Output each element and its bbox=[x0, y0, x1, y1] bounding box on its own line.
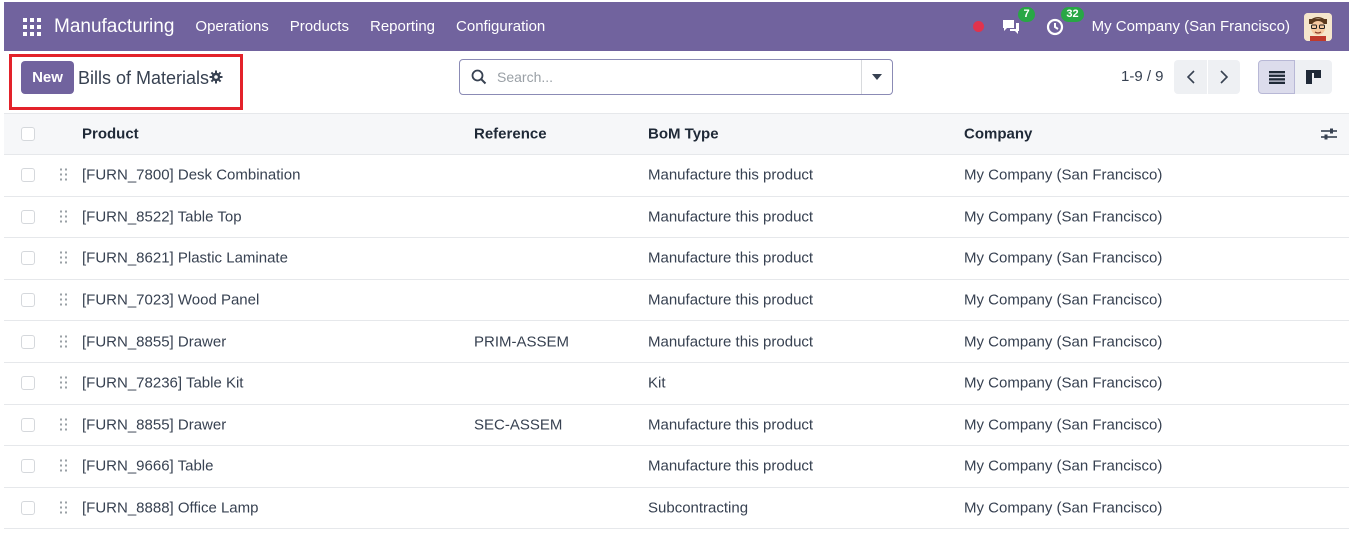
kanban-icon bbox=[1306, 70, 1321, 84]
bom-list-table: Product Reference BoM Type Company [FURN… bbox=[4, 113, 1349, 530]
table-row[interactable]: [FURN_8888] Office Lamp Subcontracting M… bbox=[4, 487, 1349, 530]
cell-company: My Company (San Francisco) bbox=[964, 499, 1163, 517]
kanban-view-button[interactable] bbox=[1295, 60, 1332, 94]
header-company[interactable]: Company bbox=[964, 126, 1032, 143]
cell-company: My Company (San Francisco) bbox=[964, 374, 1163, 392]
drag-handle-icon[interactable] bbox=[60, 459, 67, 473]
row-checkbox[interactable] bbox=[21, 293, 35, 308]
cell-bom-type: Manufacture this product bbox=[648, 249, 814, 267]
activities-badge: 32 bbox=[1061, 6, 1084, 22]
row-checkbox[interactable] bbox=[21, 459, 35, 474]
table-row[interactable]: [FURN_8855] Drawer PRIM-ASSEM Manufactur… bbox=[4, 321, 1349, 363]
cell-bom-type: Manufacture this product bbox=[648, 291, 814, 309]
pager-value[interactable]: 1-9 / 9 bbox=[1121, 68, 1164, 85]
cell-bom-type: Kit bbox=[648, 374, 666, 392]
row-checkbox[interactable] bbox=[21, 334, 35, 349]
table-header: Product Reference BoM Type Company bbox=[4, 113, 1349, 155]
user-avatar[interactable] bbox=[1304, 12, 1332, 41]
company-switcher[interactable]: My Company (San Francisco) bbox=[1092, 18, 1290, 35]
cell-bom-type: Manufacture this product bbox=[648, 166, 814, 184]
optional-columns-icon[interactable] bbox=[1321, 127, 1337, 141]
select-all-checkbox[interactable] bbox=[21, 127, 35, 141]
drag-handle-icon[interactable] bbox=[60, 501, 67, 515]
table-row[interactable]: [FURN_7023] Wood Panel Manufacture this … bbox=[4, 279, 1349, 322]
pager-next-button[interactable] bbox=[1207, 60, 1240, 94]
chevron-left-icon bbox=[1186, 70, 1195, 84]
search-icon bbox=[471, 69, 487, 85]
cell-company: My Company (San Francisco) bbox=[964, 416, 1163, 434]
cell-product: [FURN_8888] Office Lamp bbox=[82, 499, 259, 517]
row-checkbox[interactable] bbox=[21, 417, 35, 432]
drag-handle-icon[interactable] bbox=[60, 210, 67, 223]
cell-company: My Company (San Francisco) bbox=[964, 291, 1163, 309]
drag-handle-icon[interactable] bbox=[60, 418, 67, 431]
caret-down-icon bbox=[872, 74, 882, 80]
cell-product: [FURN_7023] Wood Panel bbox=[82, 291, 260, 309]
row-checkbox[interactable] bbox=[21, 168, 35, 183]
cell-product: [FURN_8621] Plastic Laminate bbox=[82, 249, 288, 267]
menu-reporting[interactable]: Reporting bbox=[370, 18, 435, 35]
search-options-toggle[interactable] bbox=[861, 60, 892, 94]
cell-company: My Company (San Francisco) bbox=[964, 208, 1163, 226]
cell-reference: SEC-ASSEM bbox=[474, 416, 563, 434]
cell-bom-type: Manufacture this product bbox=[648, 208, 814, 226]
header-reference[interactable]: Reference bbox=[474, 126, 547, 143]
row-checkbox[interactable] bbox=[21, 209, 35, 224]
drag-handle-icon[interactable] bbox=[60, 335, 67, 348]
row-checkbox[interactable] bbox=[21, 501, 35, 516]
cell-company: My Company (San Francisco) bbox=[964, 457, 1163, 475]
search-input[interactable] bbox=[497, 67, 857, 87]
messages-button[interactable]: 7 bbox=[1000, 6, 1035, 38]
search-bar[interactable] bbox=[459, 59, 893, 95]
table-row[interactable]: [FURN_78236] Table Kit Kit My Company (S… bbox=[4, 362, 1349, 405]
cell-product: [FURN_7800] Desk Combination bbox=[82, 166, 301, 184]
cell-company: My Company (San Francisco) bbox=[964, 333, 1163, 351]
chat-icon bbox=[1002, 19, 1019, 34]
table-row[interactable]: [FURN_9666] Table Manufacture this produ… bbox=[4, 446, 1349, 488]
table-row[interactable]: [FURN_8621] Plastic Laminate Manufacture… bbox=[4, 238, 1349, 280]
row-checkbox[interactable] bbox=[21, 251, 35, 266]
cell-product: [FURN_8855] Drawer bbox=[82, 416, 227, 434]
control-panel: New Bills of Materials 1-9 / 9 bbox=[4, 51, 1349, 113]
drag-handle-icon[interactable] bbox=[60, 293, 67, 307]
list-view-button[interactable] bbox=[1258, 60, 1295, 94]
menu-operations[interactable]: Operations bbox=[195, 18, 268, 35]
cell-product: [FURN_8855] Drawer bbox=[82, 333, 227, 351]
drag-handle-icon[interactable] bbox=[60, 251, 67, 265]
cell-company: My Company (San Francisco) bbox=[964, 166, 1163, 184]
cell-product: [FURN_8522] Table Top bbox=[82, 208, 242, 226]
cell-bom-type: Manufacture this product bbox=[648, 416, 814, 434]
app-name[interactable]: Manufacturing bbox=[54, 16, 174, 38]
page-title: Bills of Materials bbox=[78, 68, 210, 88]
menu-products[interactable]: Products bbox=[290, 18, 349, 35]
top-navbar: Manufacturing Operations Products Report… bbox=[4, 2, 1349, 51]
activities-button[interactable]: 32 bbox=[1044, 6, 1084, 38]
cell-product: [FURN_78236] Table Kit bbox=[82, 374, 244, 392]
cell-product: [FURN_9666] Table bbox=[82, 457, 214, 475]
header-product[interactable]: Product bbox=[82, 126, 139, 143]
cell-company: My Company (San Francisco) bbox=[964, 249, 1163, 267]
table-row[interactable]: [FURN_8855] Drawer SEC-ASSEM Manufacture… bbox=[4, 404, 1349, 447]
chevron-right-icon bbox=[1220, 70, 1228, 84]
drag-handle-icon[interactable] bbox=[60, 376, 67, 390]
recording-dot-icon[interactable] bbox=[972, 21, 984, 32]
avatar-face-icon bbox=[1304, 12, 1332, 41]
new-button[interactable]: New bbox=[21, 61, 74, 94]
row-checkbox[interactable] bbox=[21, 376, 35, 391]
list-icon bbox=[1268, 70, 1285, 84]
cell-bom-type: Subcontracting bbox=[648, 499, 749, 517]
clock-icon bbox=[1046, 18, 1063, 35]
apps-grid-icon[interactable] bbox=[23, 17, 41, 36]
menu-configuration[interactable]: Configuration bbox=[456, 18, 545, 35]
messages-badge: 7 bbox=[1018, 6, 1035, 22]
header-bom-type[interactable]: BoM Type bbox=[648, 126, 719, 143]
table-row[interactable]: [FURN_8522] Table Top Manufacture this p… bbox=[4, 196, 1349, 239]
pager-previous-button[interactable] bbox=[1174, 60, 1207, 94]
cell-bom-type: Manufacture this product bbox=[648, 457, 814, 475]
cell-bom-type: Manufacture this product bbox=[648, 333, 814, 351]
drag-handle-icon[interactable] bbox=[60, 168, 67, 182]
gear-icon[interactable] bbox=[209, 70, 223, 84]
cell-reference: PRIM-ASSEM bbox=[474, 333, 570, 351]
table-row[interactable]: [FURN_7800] Desk Combination Manufacture… bbox=[4, 155, 1349, 197]
